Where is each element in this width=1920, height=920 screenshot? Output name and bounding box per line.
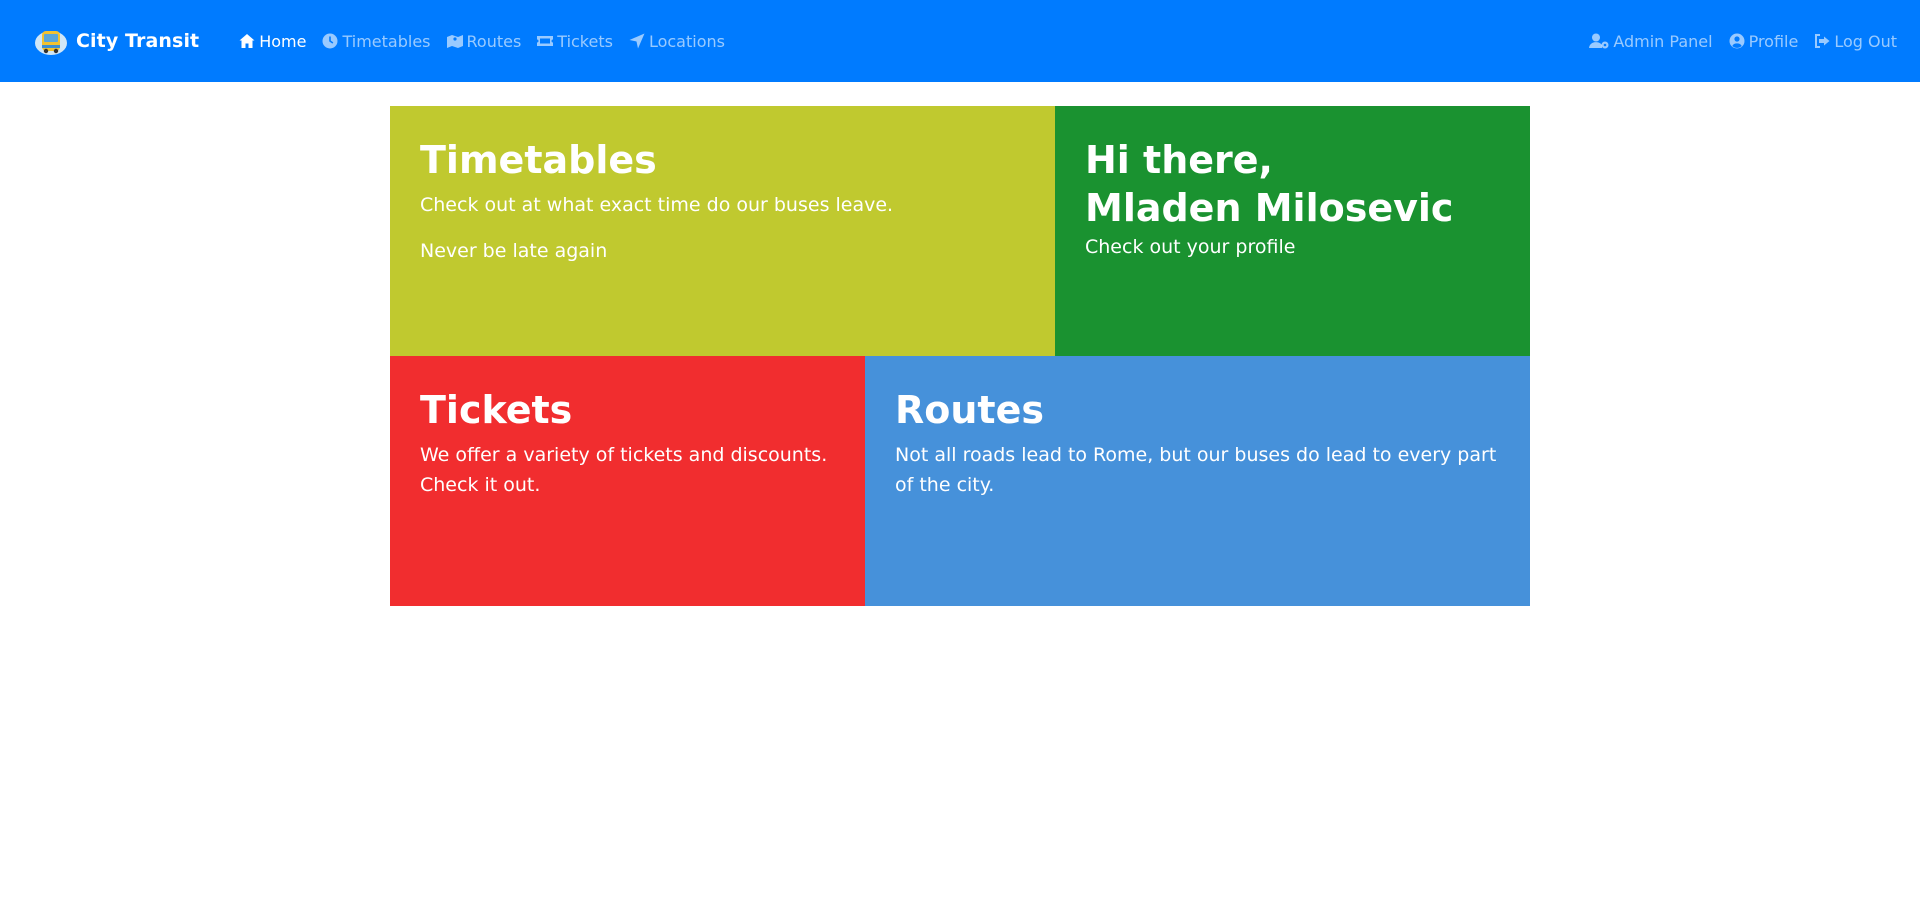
tickets-tile-title: Tickets <box>420 388 573 432</box>
sign-out-icon <box>1814 33 1830 49</box>
bus-logo-icon <box>35 31 67 55</box>
nav-tickets[interactable]: Tickets <box>537 32 613 51</box>
brand-name: City Transit <box>76 30 200 52</box>
timetables-tile-title: Timetables <box>420 138 657 182</box>
greeting-profile-text: Check out your profile <box>1085 236 1296 258</box>
home-icon <box>239 33 255 49</box>
nav-profile-label: Profile <box>1748 31 1799 51</box>
nav-profile[interactable]: Profile <box>1729 31 1799 51</box>
clock-icon <box>322 33 338 49</box>
routes-tile-text: Not all roads lead to Rome, but our buse… <box>895 444 1497 496</box>
nav-home[interactable]: Home <box>239 32 306 51</box>
timetables-tile[interactable]: Timetables Check out at what exact time … <box>390 106 1055 356</box>
timetables-tile-tagline: Never be late again <box>420 240 608 262</box>
tickets-tile[interactable]: Tickets We offer a variety of tickets an… <box>390 356 865 606</box>
account-nav: Admin Panel Profile Log Out <box>1573 32 1897 51</box>
routes-tile-title: Routes <box>895 388 1044 432</box>
map-icon <box>446 33 463 49</box>
ticket-icon <box>537 33 554 49</box>
nav-admin-panel-label: Admin Panel <box>1613 31 1713 51</box>
user-cog-icon <box>1589 33 1609 49</box>
nav-timetables[interactable]: Timetables <box>322 31 431 51</box>
profile-greeting-tile[interactable]: Hi there, Mladen Milosevic Check out you… <box>1055 106 1530 356</box>
tickets-tile-text: We offer a variety of tickets and discou… <box>420 444 828 496</box>
nav-logout[interactable]: Log Out <box>1814 32 1897 51</box>
home-tiles-grid: Timetables Check out at what exact time … <box>390 106 1530 606</box>
location-arrow-icon <box>629 33 645 49</box>
nav-admin-panel[interactable]: Admin Panel <box>1589 31 1713 51</box>
nav-logout-label: Log Out <box>1834 31 1897 51</box>
nav-tickets-label: Tickets <box>557 31 613 51</box>
nav-locations-label: Locations <box>648 31 725 51</box>
nav-routes[interactable]: Routes <box>446 31 522 51</box>
timetables-tile-text: Check out at what exact time do our buse… <box>420 194 894 216</box>
nav-timetables-label: Timetables <box>342 31 431 51</box>
nav-locations[interactable]: Locations <box>629 32 725 51</box>
main-nav: Home Timetables Routes Tickets Locations <box>239 32 741 51</box>
brand-link[interactable]: City Transit <box>34 24 199 58</box>
routes-tile[interactable]: Routes Not all roads lead to Rome, but o… <box>865 356 1530 606</box>
user-name: Mladen Milosevic <box>1085 186 1454 230</box>
greeting-title: Hi there, Mladen Milosevic <box>1085 136 1500 232</box>
greeting-line: Hi there, <box>1085 138 1273 182</box>
nav-home-label: Home <box>259 31 307 51</box>
nav-routes-label: Routes <box>466 31 522 51</box>
top-navbar: City Transit Home Timetables Routes Tick… <box>0 0 1920 82</box>
user-circle-icon <box>1729 33 1745 49</box>
